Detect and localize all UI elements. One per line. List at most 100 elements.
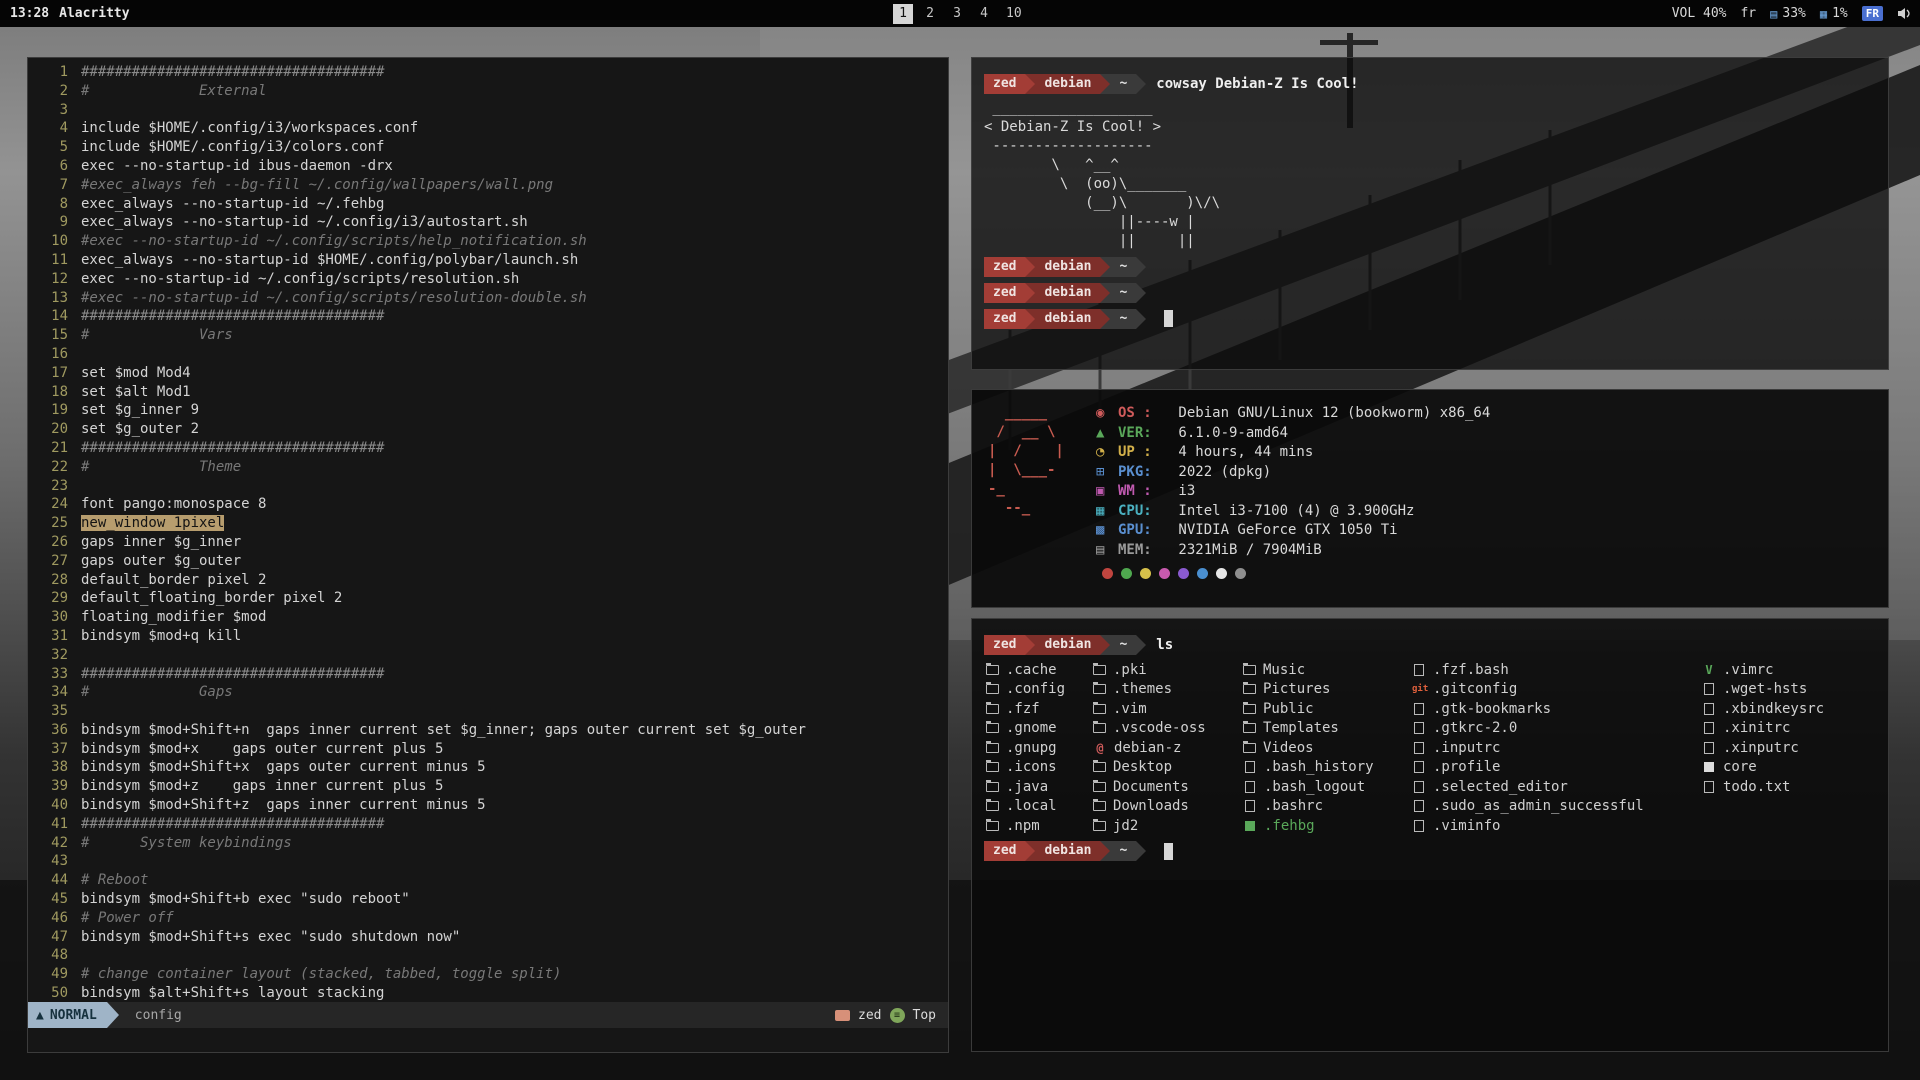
- editor-line: 3: [32, 101, 948, 120]
- line-number: 29: [32, 589, 68, 608]
- prompt-user: zed: [984, 257, 1025, 277]
- editor-line: 28default_border pixel 2: [32, 571, 948, 590]
- line-text: ####################################: [81, 307, 384, 326]
- prompt-host: debian: [1035, 841, 1100, 861]
- editor-line: 30floating_modifier $mod: [32, 608, 948, 627]
- editor-line: 32: [32, 646, 948, 665]
- file-name: .bashrc: [1264, 798, 1323, 814]
- line-text: bindsym $mod+Shift+n gaps inner current …: [81, 721, 806, 740]
- info-value: 2022 (dpkg): [1170, 463, 1271, 483]
- info-value: i3: [1170, 482, 1195, 502]
- editor-statusline: ▲ NORMAL config zed ≡ Top: [28, 1002, 948, 1028]
- palette-dot: [1216, 568, 1227, 579]
- line-text: default_border pixel 2: [81, 571, 266, 590]
- folder-icon: [986, 782, 999, 792]
- shell-prompt: zeddebian~cowsay Debian-Z Is Cool!: [984, 73, 1876, 94]
- executable-icon: [1245, 821, 1255, 831]
- file-entry: .bash_logout: [1243, 777, 1412, 797]
- workspace-button-4[interactable]: 4: [974, 4, 994, 24]
- terminal-cursor: [1164, 843, 1173, 860]
- line-number: 13: [32, 289, 68, 308]
- prompt-user: zed: [984, 74, 1025, 94]
- workspace-button-1[interactable]: 1: [893, 4, 913, 24]
- editor-window[interactable]: 1####################################2# …: [27, 57, 949, 1053]
- file-name: .bash_logout: [1264, 779, 1365, 795]
- line-text: # System keybindings: [81, 834, 292, 853]
- line-text: # Theme: [81, 458, 241, 477]
- powerline-separator-icon: [1100, 257, 1110, 277]
- folder-icon: [986, 704, 999, 714]
- file-entry: .icons: [986, 758, 1093, 778]
- file-icon: [1414, 820, 1424, 832]
- line-number: 37: [32, 740, 68, 759]
- folder-icon: [986, 762, 999, 772]
- system-info-list: ◉OS : Debian GNU/Linux 12 (bookworm) x86…: [1096, 404, 1490, 560]
- file-entry: .xinitrc: [1702, 719, 1876, 739]
- clock: 13:28: [10, 6, 49, 21]
- system-info-row: ▣WM : i3: [1096, 482, 1490, 502]
- terminal-window-ls[interactable]: zeddebian~ls.cache.config.fzf.gnome.gnup…: [971, 618, 1889, 1052]
- workspace-button-10[interactable]: 10: [1001, 4, 1027, 24]
- prompt-user: zed: [984, 841, 1025, 861]
- line-number: 41: [32, 815, 68, 834]
- volume-indicator[interactable]: VOL 40%: [1672, 6, 1727, 21]
- file-icon: [1704, 742, 1714, 754]
- file-name: Documents: [1113, 779, 1189, 795]
- flag-badge[interactable]: FR: [1862, 6, 1883, 21]
- file-name: .fzf.bash: [1433, 662, 1509, 678]
- line-number: 11: [32, 251, 68, 270]
- shell-prompt: zeddebian~ls: [984, 634, 1876, 655]
- file-name: .vimrc: [1723, 662, 1774, 678]
- powerline-separator-icon: [1136, 257, 1146, 277]
- line-text: exec_always --no-startup-id ~/.config/i3…: [81, 213, 528, 232]
- line-number: 36: [32, 721, 68, 740]
- keyboard-layout-indicator[interactable]: fr: [1740, 6, 1756, 21]
- line-text: gaps inner $g_inner: [81, 533, 241, 552]
- uptime-icon: ◔: [1096, 443, 1118, 463]
- folder-icon: [1093, 665, 1106, 675]
- terminal-window-cowsay[interactable]: zeddebian~cowsay Debian-Z Is Cool! _____…: [971, 57, 1889, 370]
- prompt-user: zed: [984, 283, 1025, 303]
- file-entry: Templates: [1243, 719, 1412, 739]
- terminal-window-fetch[interactable]: _____ / __ \ | / | | \___- -_ --_ ◉OS : …: [971, 389, 1889, 608]
- folder-icon: [986, 684, 999, 694]
- editor-line: 17set $mod Mod4: [32, 364, 948, 383]
- git-icon: git: [1412, 683, 1426, 695]
- file-entry: .cache: [986, 660, 1093, 680]
- line-text: bindsym $mod+Shift+b exec "sudo reboot": [81, 890, 410, 909]
- line-number: 48: [32, 946, 68, 965]
- editor-line: 45bindsym $mod+Shift+b exec "sudo reboot…: [32, 890, 948, 909]
- file-name: .vim: [1113, 701, 1147, 717]
- memory-icon: ▤: [1770, 7, 1777, 21]
- editor-line: 31bindsym $mod+q kill: [32, 627, 948, 646]
- line-number: 19: [32, 401, 68, 420]
- status-bar: 13:28 Alacritty 123410 VOL 40% fr ▤ 33% …: [0, 0, 1920, 27]
- speaker-icon[interactable]: [1897, 7, 1912, 20]
- workspace-button-2[interactable]: 2: [920, 4, 940, 24]
- editor-buffer[interactable]: 1####################################2# …: [28, 63, 948, 1002]
- powerline-separator-icon: [1136, 283, 1146, 303]
- editor-line: 47bindsym $mod+Shift+s exec "sudo shutdo…: [32, 928, 948, 947]
- editor-line: 24 font pango:monospace 8: [32, 495, 948, 514]
- line-text: # Reboot: [81, 871, 148, 890]
- line-number: 35: [32, 702, 68, 721]
- editor-line: 46# Power off: [32, 909, 948, 928]
- file-name: Desktop: [1113, 759, 1172, 775]
- line-number: 24: [32, 495, 68, 514]
- line-number: 25: [32, 514, 68, 533]
- info-label: VER:: [1118, 424, 1170, 444]
- line-text: exec_always --no-startup-id $HOME/.confi…: [81, 251, 578, 270]
- prompt-path: ~: [1110, 283, 1136, 303]
- system-info-row: ▤MEM: 2321MiB / 7904MiB: [1096, 541, 1490, 561]
- file-icon: [1245, 781, 1255, 793]
- file-icon: [835, 1010, 850, 1021]
- info-value: NVIDIA GeForce GTX 1050 Ti: [1170, 521, 1398, 541]
- workspace-button-3[interactable]: 3: [947, 4, 967, 24]
- editor-commandline[interactable]: [28, 1028, 948, 1052]
- file-entry: .gtkrc-2.0: [1412, 719, 1702, 739]
- line-text: ####################################: [81, 439, 384, 458]
- editor-line: 34# Gaps: [32, 683, 948, 702]
- line-text: font pango:monospace 8: [81, 495, 266, 514]
- line-text: #exec --no-startup-id ~/.config/scripts/…: [81, 289, 587, 308]
- editor-line: 29default_floating_border pixel 2: [32, 589, 948, 608]
